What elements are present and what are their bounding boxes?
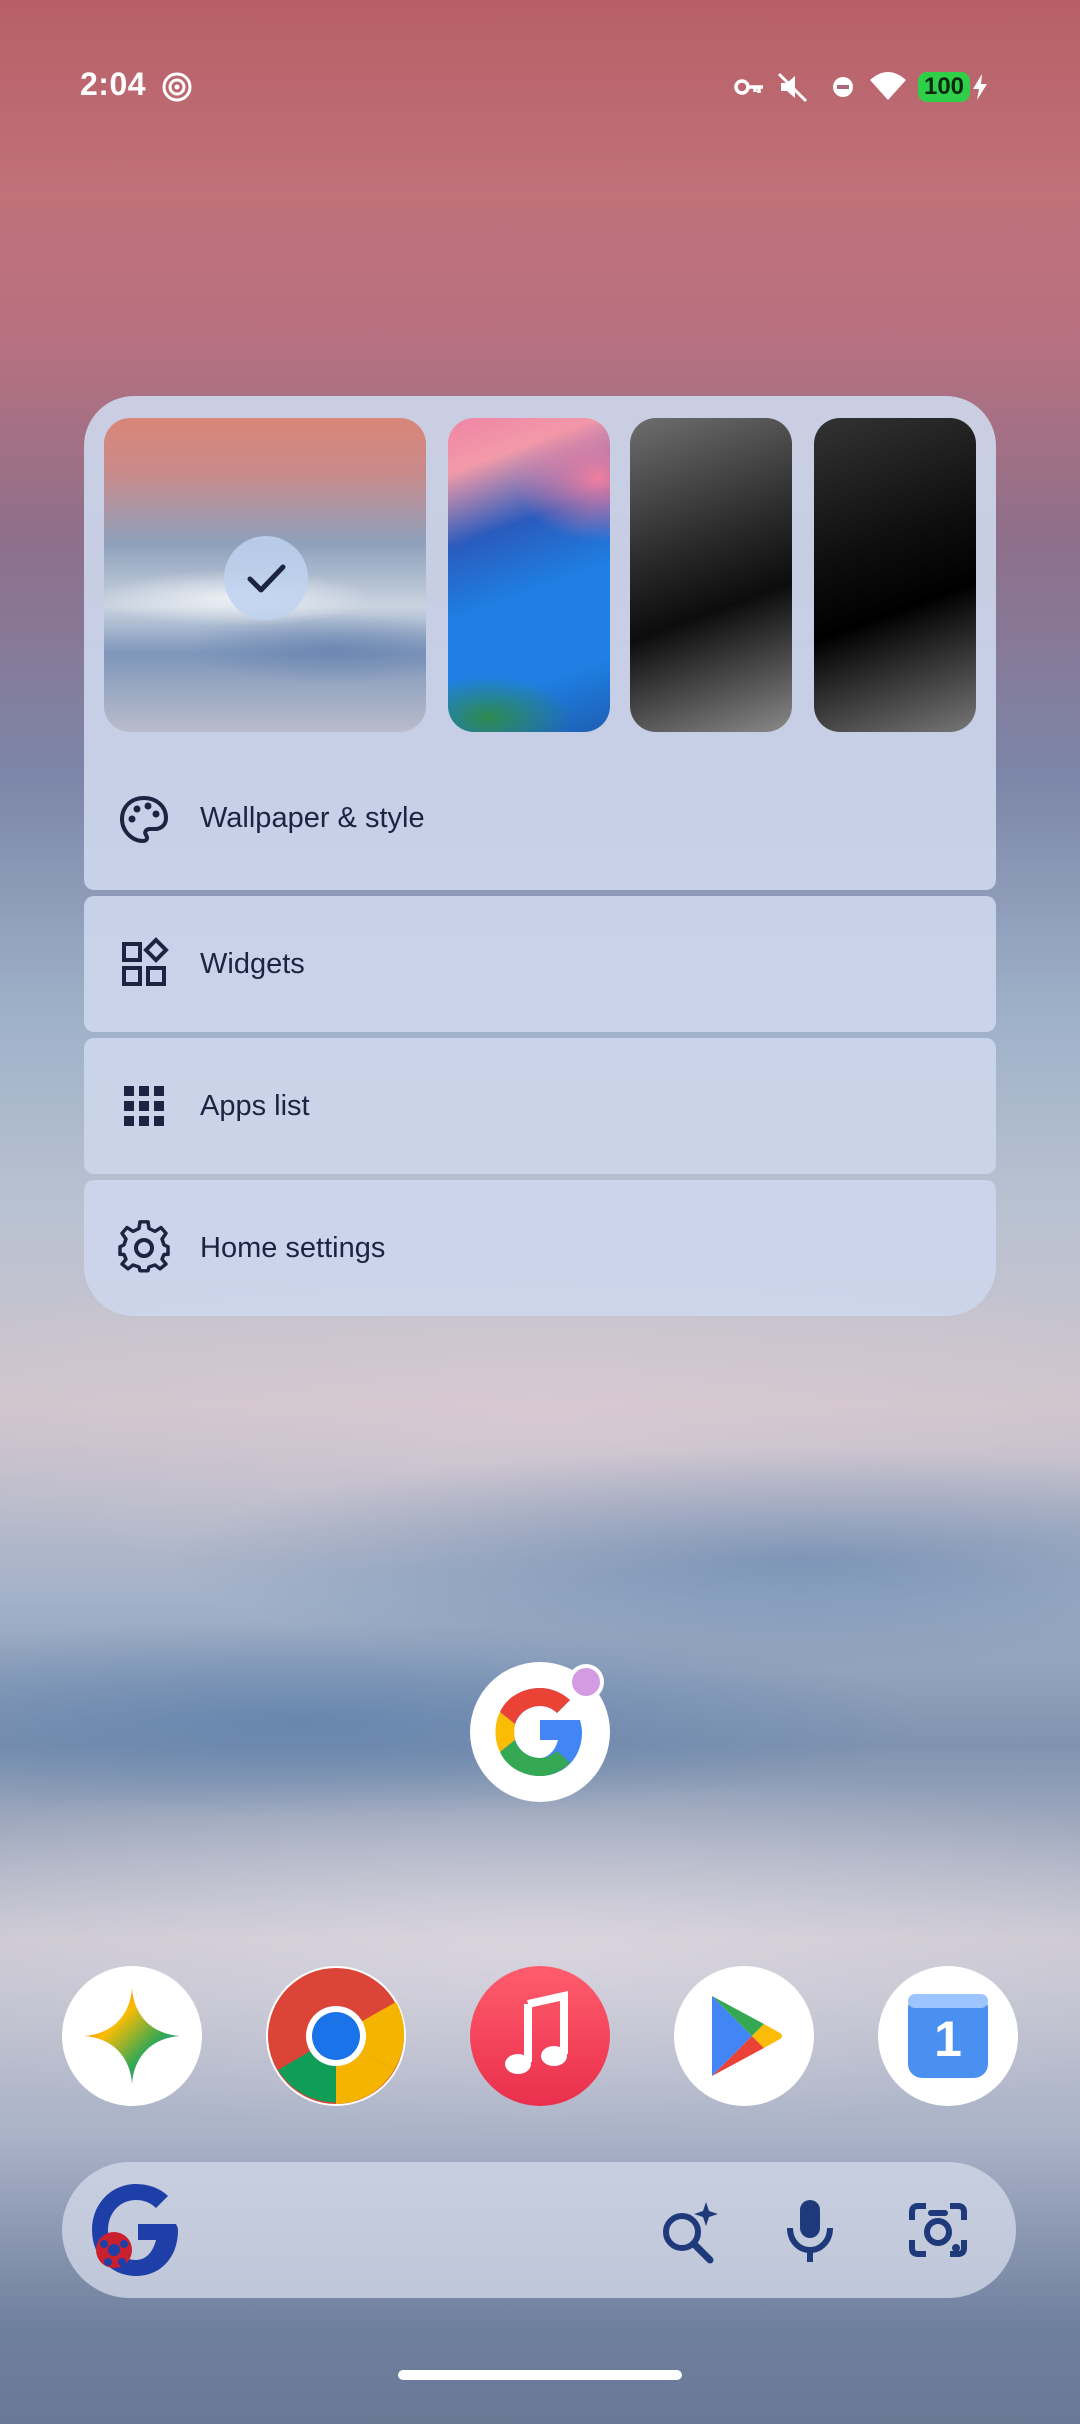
battery-charging-icon — [973, 74, 987, 100]
gemini-sparkle-icon — [84, 1988, 180, 2084]
chrome-app-icon[interactable] — [266, 1966, 406, 2106]
do-not-disturb-icon — [833, 77, 853, 97]
home-long-press-menu: Wallpaper & style Widgets Apps list Home… — [84, 396, 996, 1316]
notification-dot — [568, 1664, 604, 1700]
wallpaper-thumbnail-2[interactable] — [448, 418, 610, 732]
selected-check-badge — [224, 536, 308, 620]
wifi-icon — [870, 72, 906, 100]
microphone-icon[interactable] — [772, 2192, 848, 2268]
play-store-icon — [712, 1996, 782, 2076]
menu-item-label: Widgets — [200, 948, 305, 980]
menu-item-label: Apps list — [200, 1090, 310, 1122]
apps-grid-icon — [124, 1086, 164, 1126]
gemini-app-icon[interactable] — [62, 1966, 202, 2106]
music-note-icon — [505, 1991, 568, 2074]
wallpaper-thumbnail-3[interactable] — [630, 418, 792, 732]
checkmark-icon — [247, 564, 286, 593]
gesture-nav-handle[interactable] — [398, 2370, 682, 2380]
menu-item-label: Home settings — [200, 1232, 386, 1264]
menu-item-apps-list[interactable]: Apps list — [84, 1038, 996, 1174]
clock: 2:04 — [80, 66, 147, 102]
menu-item-home-settings[interactable]: Home settings — [84, 1180, 996, 1316]
calendar-day: 1 — [934, 2011, 962, 2067]
status-bar: 2:04 100 — [0, 0, 1080, 170]
music-app-icon[interactable] — [470, 1966, 610, 2106]
menu-item-label: Wallpaper & style — [200, 802, 425, 834]
lens-camera-icon[interactable] — [900, 2192, 976, 2268]
ai-search-icon[interactable] — [652, 2192, 728, 2268]
google-doodle-icon — [92, 2184, 178, 2276]
play-store-app-icon[interactable] — [674, 1966, 814, 2106]
palette-icon — [119, 795, 169, 844]
silent-icon — [777, 72, 808, 103]
vpn-key-icon — [734, 79, 763, 95]
menu-item-wallpaper-style[interactable]: Wallpaper & style — [84, 750, 996, 890]
google-search-bar[interactable] — [62, 2162, 1016, 2298]
calendar-app-icon[interactable]: 1 — [878, 1966, 1018, 2106]
chrome-logo-icon — [268, 1968, 405, 2104]
menu-item-widgets[interactable]: Widgets — [84, 896, 996, 1032]
wallpaper-thumbnail-selected[interactable] — [104, 418, 426, 732]
widgets-icon — [122, 937, 169, 986]
gear-icon — [118, 1220, 170, 1273]
wallpaper-thumbnail-4[interactable] — [814, 418, 976, 732]
battery-indicator: 100 — [918, 72, 970, 102]
hotspot-icon — [162, 72, 192, 102]
